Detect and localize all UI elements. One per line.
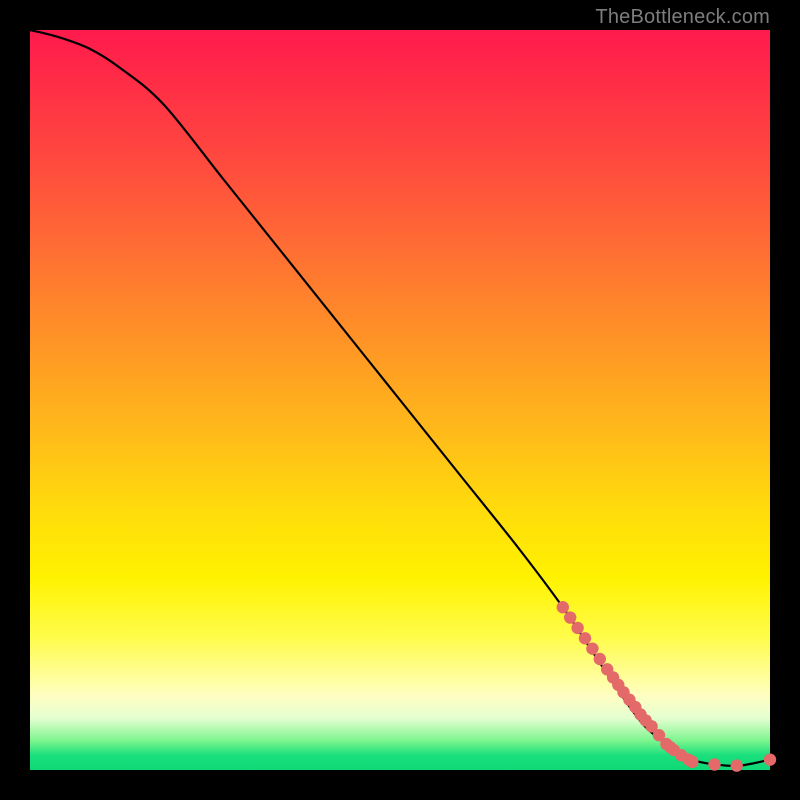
data-point xyxy=(764,753,776,765)
series-curve xyxy=(30,30,770,766)
data-point xyxy=(571,622,583,634)
data-point xyxy=(594,653,606,665)
watermark-text: TheBottleneck.com xyxy=(595,6,770,29)
plot-area xyxy=(30,30,770,770)
data-point xyxy=(686,756,698,768)
data-point xyxy=(586,642,598,654)
data-point xyxy=(731,759,743,771)
data-point xyxy=(579,632,591,644)
data-point xyxy=(564,611,576,623)
data-point xyxy=(708,758,720,770)
series-points xyxy=(557,601,777,772)
chart-overlay-svg xyxy=(30,30,770,770)
chart-stage: TheBottleneck.com xyxy=(0,0,800,800)
data-point xyxy=(557,601,569,613)
